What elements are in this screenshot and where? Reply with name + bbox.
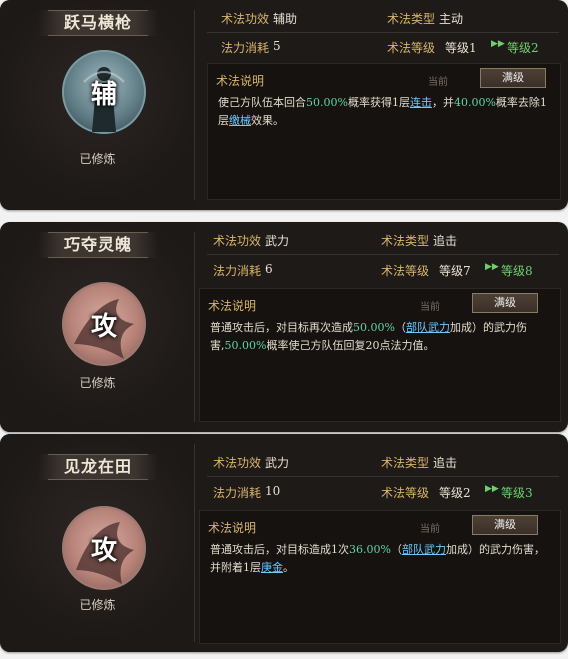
level-label: 术法等级 [381, 486, 430, 500]
effect-value: 武力 [265, 456, 290, 470]
skill-card: 跃马横枪 辅 已修炼 术法功效 辅助 术法类型 主动 法力消耗 5 术法等级 等… [0, 0, 568, 210]
level-current: 等级1 [445, 41, 477, 55]
level-label: 术法等级 [387, 41, 436, 55]
type-label: 术法类型 [381, 456, 430, 470]
skill-description: 使己方队伍本回合50.00%概率获得1层连击，并40.00%概率去除1层缴械效果… [218, 94, 554, 130]
desc-text: ，并 [431, 96, 454, 109]
cost-value: 6 [265, 262, 273, 276]
level-current: 等级2 [439, 486, 471, 500]
skill-cost-row: 法力消耗 5 术法等级 等级1 ▶▶ 等级2 [207, 33, 559, 61]
double-arrow-icon: ▶▶ [485, 484, 499, 494]
skill-name: 巧夺灵魄 [38, 232, 158, 258]
effect-label: 术法功效 [213, 456, 262, 470]
desc-text: 效果。 [251, 114, 284, 127]
skill-description: 普通攻击后，对目标造成1次36.00%（部队武力加成）的武力伤害，并附着1层庚金… [210, 541, 546, 577]
skill-icon[interactable]: 攻 [62, 506, 146, 590]
desc-value: 50.00% [353, 321, 395, 334]
keyword-link[interactable]: 缴械 [229, 114, 251, 127]
desc-value: 50.00% [224, 339, 267, 352]
current-label: 当前 [420, 302, 440, 313]
level-current: 等级7 [439, 264, 471, 278]
skill-icon-char: 攻 [90, 535, 117, 566]
effect-label: 术法功效 [213, 234, 262, 248]
skill-description-panel: 术法说明 当前 满级 使己方队伍本回合50.00%概率获得1层连击，并40.00… [207, 63, 561, 200]
double-arrow-icon: ▶▶ [485, 262, 499, 272]
cost-label: 法力消耗 [213, 486, 262, 500]
skill-effect-row: 术法功效 辅助 术法类型 主动 [207, 4, 559, 33]
skill-card: 巧夺灵魄 攻 已修炼 术法功效 武力 术法类型 追击 法力消耗 6 术法等级 等… [0, 222, 568, 432]
level-next: 等级3 [501, 486, 533, 500]
type-label: 术法类型 [387, 12, 436, 26]
learned-status: 已修炼 [79, 598, 116, 612]
skill-icon-char: 攻 [90, 311, 117, 342]
keyword-link[interactable]: 部队武力 [406, 321, 450, 334]
desc-label: 术法说明 [216, 74, 265, 88]
desc-text: 概率使己方队伍回复20点法力值。 [266, 339, 435, 352]
skill-description-panel: 术法说明 当前 满级 普通攻击后，对目标造成1次36.00%（部队武力加成）的武… [199, 510, 561, 644]
skill-cost-row: 法力消耗 10 术法等级 等级2 ▶▶ 等级3 [207, 478, 559, 506]
desc-text: 普通攻击后，对目标再次造成 [210, 321, 353, 334]
max-level-button[interactable]: 满级 [472, 515, 538, 535]
type-label: 术法类型 [381, 234, 430, 248]
skill-icon[interactable]: 攻 [62, 282, 146, 366]
desc-text: 普通攻击后，对目标造成1次 [210, 543, 349, 556]
keyword-link[interactable]: 部队武力 [402, 543, 446, 556]
effect-value: 辅助 [273, 12, 298, 26]
desc-text: 概率获得1层 [347, 96, 410, 109]
effect-value: 武力 [265, 234, 290, 248]
type-value: 追击 [433, 234, 458, 248]
learned-status: 已修炼 [79, 376, 116, 390]
keyword-link[interactable]: 连击 [410, 96, 432, 109]
cost-value: 10 [265, 484, 281, 498]
effect-label: 术法功效 [221, 12, 270, 26]
current-label: 当前 [428, 77, 448, 88]
desc-label: 术法说明 [208, 299, 257, 313]
max-level-button[interactable]: 满级 [472, 293, 538, 313]
level-next: 等级2 [507, 41, 539, 55]
keyword-link[interactable]: 庚金 [261, 561, 283, 574]
cost-label: 法力消耗 [221, 41, 270, 55]
desc-text: 使己方队伍本回合 [218, 96, 306, 109]
skill-portrait-panel: 见龙在田 攻 已修炼 [0, 434, 195, 652]
max-level-button[interactable]: 满级 [480, 68, 546, 88]
double-arrow-icon: ▶▶ [491, 39, 505, 49]
level-next: 等级8 [501, 264, 533, 278]
type-value: 追击 [433, 456, 458, 470]
desc-label: 术法说明 [208, 521, 257, 535]
desc-value: 40.00% [453, 96, 496, 109]
skill-name: 见龙在田 [38, 454, 158, 480]
type-value: 主动 [439, 12, 464, 26]
skill-icon[interactable]: 辅 [62, 50, 146, 134]
desc-value: 36.00% [349, 543, 391, 556]
level-label: 术法等级 [381, 264, 430, 278]
skill-name: 跃马横枪 [38, 10, 158, 36]
skill-portrait-panel: 巧夺灵魄 攻 已修炼 [0, 222, 195, 432]
skill-portrait-panel: 跃马横枪 辅 已修炼 [0, 0, 195, 210]
learned-status: 已修炼 [79, 152, 116, 166]
skill-effect-row: 术法功效 武力 术法类型 追击 [207, 226, 559, 255]
desc-text: （ [394, 321, 406, 334]
desc-text: （ [390, 543, 402, 556]
desc-text: 。 [283, 561, 294, 574]
skill-icon-char: 辅 [90, 79, 117, 110]
skill-card: 见龙在田 攻 已修炼 术法功效 武力 术法类型 追击 法力消耗 10 术法等级 … [0, 434, 568, 652]
desc-value: 50.00% [306, 96, 348, 109]
cost-label: 法力消耗 [213, 264, 262, 278]
current-label: 当前 [420, 524, 440, 535]
skill-description-panel: 术法说明 当前 满级 普通攻击后，对目标再次造成50.00%（部队武力加成）的武… [199, 288, 561, 422]
skill-description: 普通攻击后，对目标再次造成50.00%（部队武力加成）的武力伤害,50.00%概… [210, 319, 546, 355]
skill-cost-row: 法力消耗 6 术法等级 等级7 ▶▶ 等级8 [207, 256, 559, 284]
skill-effect-row: 术法功效 武力 术法类型 追击 [207, 448, 559, 477]
cost-value: 5 [273, 39, 281, 53]
